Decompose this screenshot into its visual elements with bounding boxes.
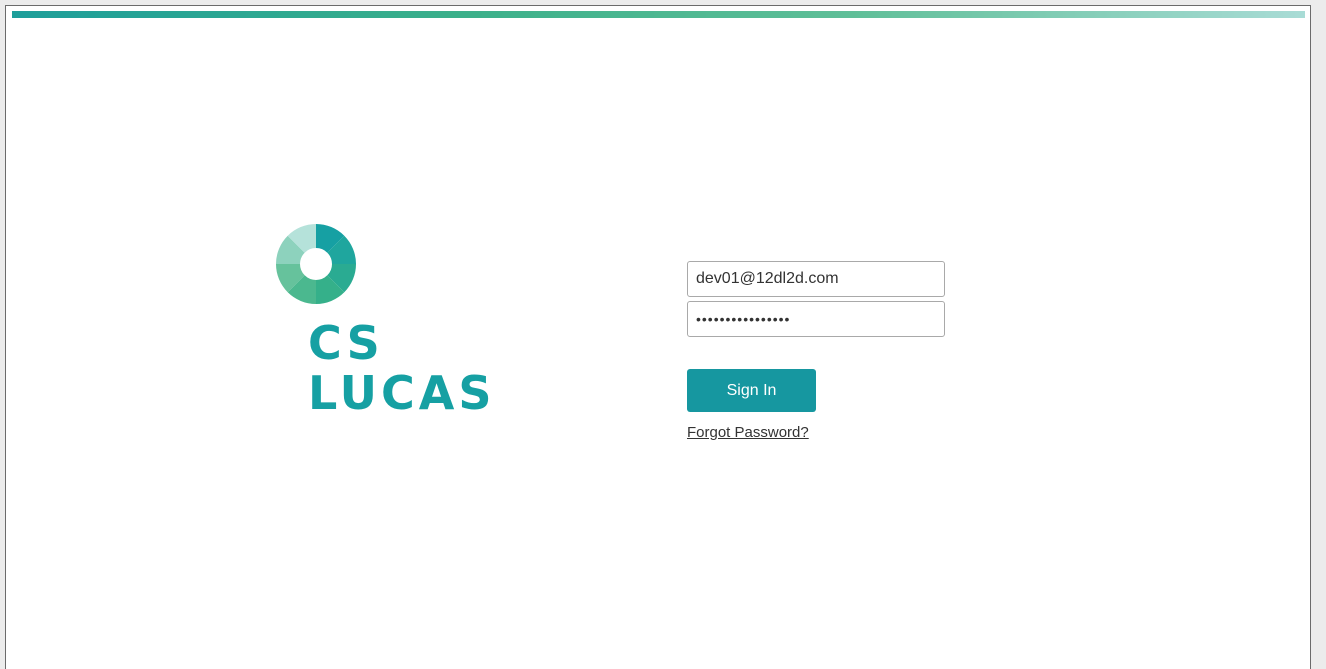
login-form: Sign In Forgot Password?	[687, 261, 947, 442]
forgot-password-link[interactable]: Forgot Password?	[687, 424, 809, 441]
password-field[interactable]	[687, 301, 945, 337]
login-window	[5, 5, 1311, 669]
sign-in-button[interactable]: Sign In	[687, 369, 816, 412]
brand-name-line1: CS	[308, 316, 384, 370]
brand-name: CS LUCAS	[308, 318, 496, 418]
donut-logo-icon	[276, 224, 356, 304]
email-field[interactable]	[687, 261, 945, 297]
brand-logo: CS LUCAS	[268, 215, 568, 445]
brand-name-line2: LUCAS	[308, 366, 496, 420]
top-accent-bar	[12, 11, 1305, 18]
